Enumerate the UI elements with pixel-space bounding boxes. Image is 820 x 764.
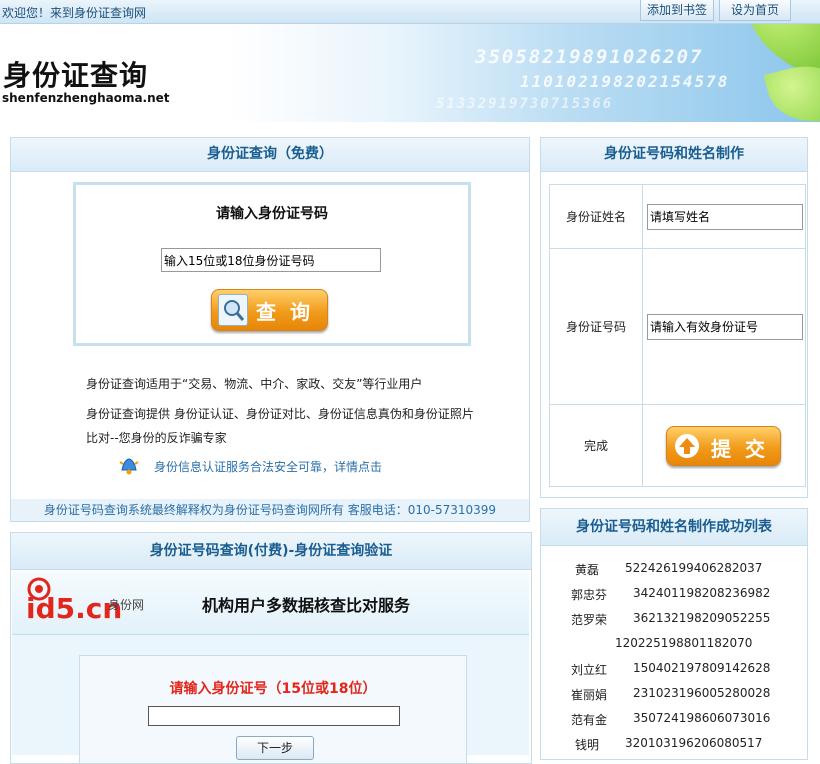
- list-id: 350724198606073016: [633, 711, 771, 725]
- banner-number: 110102198202154578: [520, 72, 730, 91]
- list-name: 刘立红: [571, 663, 608, 677]
- paid-search-header: 身份证号码查询(付费)-身份证查询验证: [11, 533, 531, 570]
- paid-input-box: 请输入身份证号（15位或18位） 下一步: [79, 655, 467, 763]
- list-id: 320103196206080517: [625, 736, 763, 750]
- id-label: 身份证号码: [549, 248, 643, 405]
- success-list-panel: 身份证号码和姓名制作成功列表 黄磊 522426199406282037 郭忠芬 3…: [540, 508, 808, 760]
- id5-logo-sub: 身份网: [108, 598, 145, 612]
- bell-icon: [118, 454, 140, 479]
- paid-prompt: 请输入身份证号（15位或18位）: [169, 681, 377, 697]
- description-line: 身份证查询提供 身份证认证、身份证对比、身份证信息真伪和身份证照片: [86, 407, 474, 421]
- list-name: 郭忠芬: [571, 588, 608, 602]
- id5-banner: id5.cn 身份网 机构用户多数据核查比对服务: [12, 572, 529, 635]
- paid-search-panel: 身份证号码查询(付费)-身份证查询验证 id5.cn 身份网 机构用户多数据核查…: [10, 532, 532, 764]
- make-id-form: 身份证姓名 身份证号码 完成 提交: [549, 184, 806, 487]
- service-notice-link[interactable]: 身份信息认证服务合法安全可靠，详情点击: [154, 458, 382, 475]
- up-arrow-icon: [675, 433, 699, 458]
- copyright-note: 身份证号码查询系统最终解释权为身份证号码查询网所有 客服电话：010-57310…: [11, 499, 529, 521]
- success-list-header: 身份证号码和姓名制作成功列表: [541, 509, 807, 546]
- name-label: 身份证姓名: [549, 184, 643, 249]
- description-line: 身份证查询适用于“交易、物流、中介、家政、交友”等行业用户: [86, 377, 423, 391]
- paid-lower-area: 请输入身份证号（15位或18位） 下一步: [12, 635, 529, 763]
- submit-button-label: 提交: [711, 436, 779, 461]
- add-bookmark-link[interactable]: 添加到书签: [640, 0, 715, 21]
- list-id: 150402197809142628: [633, 661, 771, 675]
- free-search-header: 身份证查询（免费）: [11, 138, 529, 172]
- site-domain: shenfenzhenghaoma.net: [2, 91, 170, 105]
- list-name: 范罗荣: [571, 613, 608, 627]
- free-search-panel: 身份证查询（免费） 请输入身份证号码 查询 身份证查询适用于“交易、物流、中介、…: [10, 137, 530, 522]
- description-line: 比对--您身份的反诈骗专家: [86, 431, 227, 445]
- top-bar: 欢迎您！来到身份证查询网 添加到书签 设为首页: [0, 0, 820, 24]
- welcome-text: 欢迎您！来到身份证查询网: [2, 6, 147, 20]
- list-name: 范有金: [571, 713, 608, 727]
- banner-number: 51332919730715366: [436, 96, 614, 112]
- magnifier-icon: [218, 294, 248, 326]
- list-id: 362132198209052255: [633, 611, 771, 625]
- set-homepage-link[interactable]: 设为首页: [719, 0, 791, 21]
- list-name: 黄磊: [575, 563, 600, 577]
- site-title: 身份证查询: [3, 59, 149, 92]
- list-name: 崔丽娟: [571, 688, 608, 702]
- list-id: 522426199406282037: [625, 561, 763, 575]
- make-id-panel: 身份证号码和姓名制作 身份证姓名 身份证号码 完成 提交: [540, 137, 808, 498]
- search-box-title: 请输入身份证号码: [216, 206, 328, 222]
- next-step-button[interactable]: 下一步: [236, 736, 314, 760]
- list-id: 231023196005280028: [633, 686, 771, 700]
- id-number-input[interactable]: [161, 248, 381, 272]
- make-id-header: 身份证号码和姓名制作: [541, 138, 807, 172]
- list-id: 342401198208236982: [633, 586, 771, 600]
- service-title: 机构用户多数据核查比对服务: [202, 596, 411, 615]
- search-box: 请输入身份证号码 查询: [73, 182, 471, 346]
- header-banner: 35058219891026207 110102198202154578 513…: [0, 24, 820, 122]
- done-label: 完成: [549, 404, 643, 487]
- name-field[interactable]: [647, 203, 803, 230]
- query-button[interactable]: 查询: [211, 289, 328, 331]
- list-id: 120225198801182070: [615, 636, 753, 650]
- submit-button[interactable]: 提交: [666, 425, 781, 466]
- id-field[interactable]: [647, 313, 803, 340]
- query-button-label: 查询: [256, 300, 324, 324]
- paid-id-input[interactable]: [148, 706, 400, 726]
- banner-number: 35058219891026207: [475, 46, 704, 68]
